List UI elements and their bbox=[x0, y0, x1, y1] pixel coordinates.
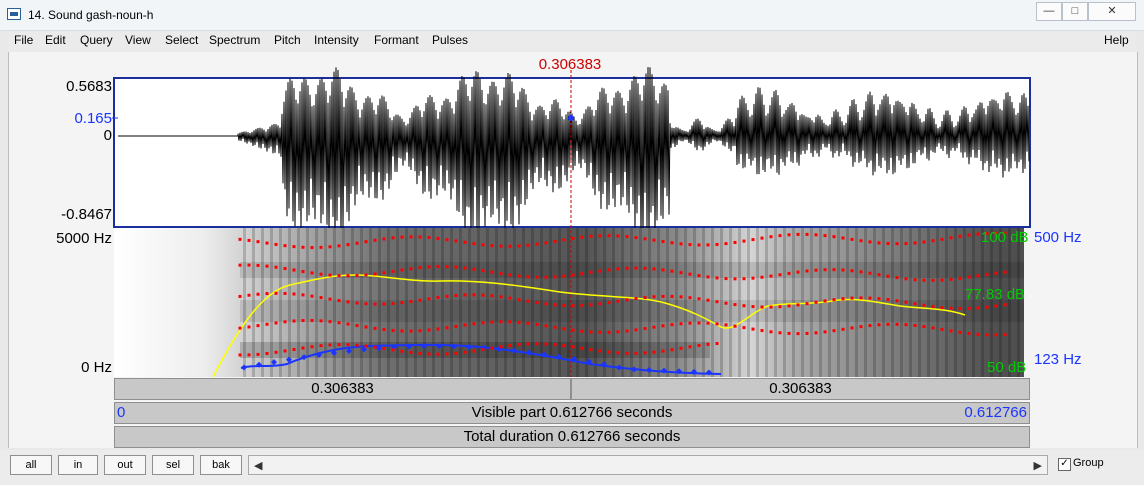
intensity-top-label: 100 dB bbox=[981, 229, 1029, 246]
menu-pitch[interactable]: Pitch bbox=[274, 33, 301, 47]
zoom-out-button[interactable]: out bbox=[104, 455, 146, 475]
menu-query[interactable]: Query bbox=[80, 33, 113, 47]
close-button[interactable]: ✕ bbox=[1088, 2, 1136, 21]
scroll-right-arrow-icon[interactable]: ▶ bbox=[1034, 459, 1042, 472]
menu-file[interactable]: File bbox=[14, 33, 33, 47]
pitch-top-label: 500 Hz bbox=[1034, 229, 1082, 246]
menu-help[interactable]: Help bbox=[1104, 33, 1129, 47]
visible-part-bar[interactable]: 0 Visible part 0.612766 seconds 0.612766 bbox=[114, 402, 1030, 424]
group-label: Group bbox=[1073, 457, 1104, 469]
spectrogram-top-label: 5000 Hz bbox=[56, 230, 112, 247]
menu-spectrum[interactable]: Spectrum bbox=[209, 33, 260, 47]
menu-select[interactable]: Select bbox=[165, 33, 198, 47]
menu-formant[interactable]: Formant bbox=[374, 33, 419, 47]
back-button[interactable]: bak bbox=[200, 455, 242, 475]
bottom-toolbar: all in out sel bak ◀ ▶ ✓ Group bbox=[0, 450, 1144, 485]
menu-view[interactable]: View bbox=[125, 33, 151, 47]
visible-part-label: Visible part 0.612766 seconds bbox=[471, 404, 673, 421]
waveform-min-label: -0.8467 bbox=[61, 206, 112, 223]
intensity-bottom-label: 50 dB bbox=[987, 359, 1027, 376]
title-bar: 14. Sound gash-noun-h — □ ✕ bbox=[0, 0, 1144, 31]
menu-edit[interactable]: Edit bbox=[45, 33, 66, 47]
visible-start-label: 0 bbox=[117, 404, 126, 421]
selection-button[interactable]: sel bbox=[152, 455, 194, 475]
window-title: 14. Sound gash-noun-h bbox=[28, 8, 154, 22]
zoom-in-button[interactable]: in bbox=[58, 455, 98, 475]
visible-end-label: 0.612766 bbox=[964, 404, 1027, 421]
horizontal-scrollbar[interactable]: ◀ ▶ bbox=[248, 455, 1048, 475]
scroll-left-arrow-icon[interactable]: ◀ bbox=[254, 459, 262, 472]
selection-left-segment[interactable]: 0.306383 bbox=[114, 378, 571, 400]
waveform-max-label: 0.5683 bbox=[66, 78, 112, 95]
intensity-mid-label: 77.83 dB bbox=[965, 286, 1026, 303]
menu-intensity[interactable]: Intensity bbox=[314, 33, 359, 47]
total-duration-bar[interactable]: Total duration 0.612766 seconds bbox=[114, 426, 1030, 448]
menu-pulses[interactable]: Pulses bbox=[432, 33, 468, 47]
app-icon bbox=[7, 8, 21, 20]
menu-bar: File Edit Query View Select Spectrum Pit… bbox=[8, 31, 1136, 51]
waveform-zero-label: 0 bbox=[103, 127, 112, 144]
waveform-cursor-value-label: 0.165 bbox=[74, 110, 112, 127]
pitch-bottom-label: 123 Hz bbox=[1034, 351, 1082, 368]
all-button[interactable]: all bbox=[10, 455, 52, 475]
selection-right-segment[interactable]: 0.306383 bbox=[571, 378, 1030, 400]
maximize-button[interactable]: □ bbox=[1062, 2, 1088, 21]
cursor-time-label: 0.306383 bbox=[538, 56, 602, 73]
group-checkbox[interactable]: ✓ bbox=[1058, 458, 1071, 471]
minimize-button[interactable]: — bbox=[1036, 2, 1062, 21]
spectrogram-bottom-label: 0 Hz bbox=[81, 359, 112, 376]
